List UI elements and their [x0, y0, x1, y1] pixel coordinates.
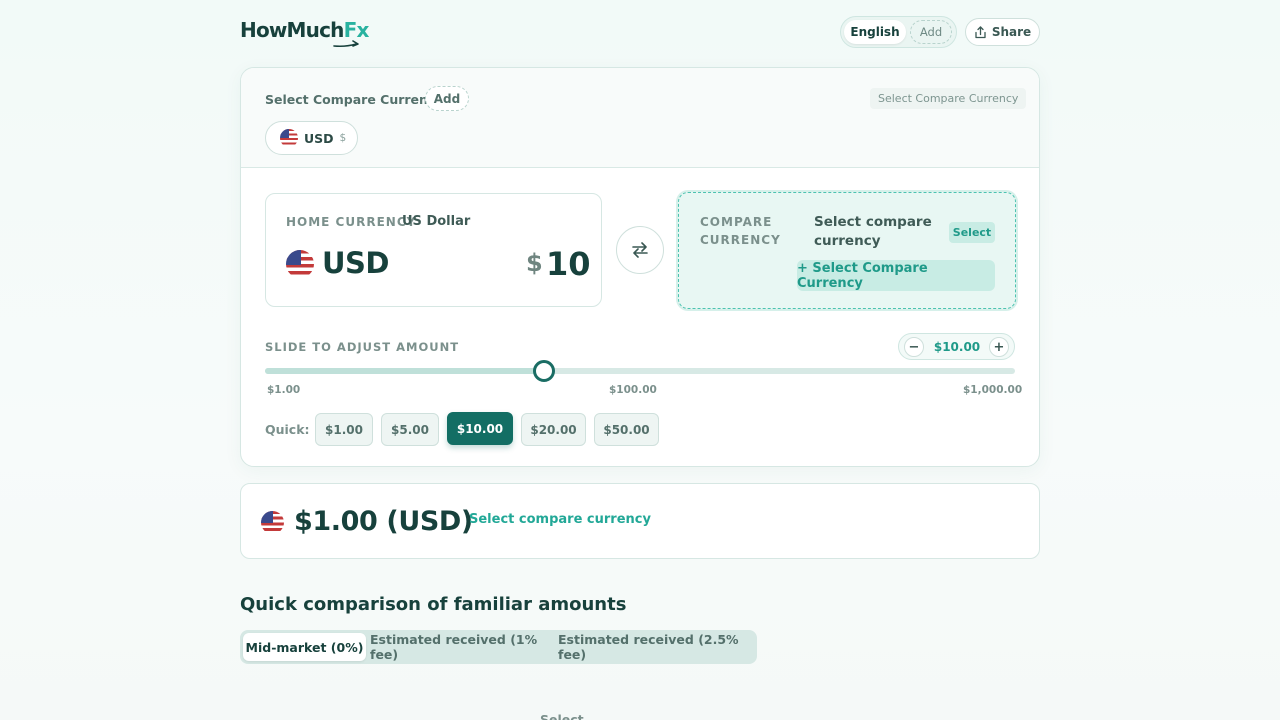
home-currency-name: US Dollar: [402, 214, 471, 229]
quick-label: Quick:: [265, 422, 310, 437]
language-english-button[interactable]: English: [844, 20, 906, 44]
currency-chip-usd[interactable]: USD $: [265, 121, 358, 155]
select-compare-currency-button[interactable]: + Select Compare Currency: [797, 260, 995, 291]
us-flag-icon: [280, 129, 298, 147]
quick-amount-20[interactable]: $20.00: [521, 413, 586, 446]
compare-select-label: Select Compare Currency: [265, 92, 444, 107]
header: HowMuchFx English Add Share: [240, 16, 1040, 48]
decrement-button[interactable]: −: [904, 337, 924, 357]
slider-tick-min: $1.00: [267, 384, 301, 396]
tab-mid-market[interactable]: Mid-market (0%): [243, 633, 366, 661]
fee-tabs: Mid-market (0%) Estimated received (1% f…: [240, 630, 757, 664]
slider-label: SLIDE TO ADJUST AMOUNT: [265, 340, 460, 354]
home-currency-code: USD: [322, 246, 390, 280]
comparison-title: Quick comparison of familiar amounts: [240, 594, 627, 615]
swap-icon: [632, 242, 648, 258]
conversion-result: $1.00 (USD) Select compare currency: [240, 483, 1040, 559]
converter-card: Select Compare Currency Add Select Compa…: [240, 67, 1040, 467]
quick-amount-1[interactable]: $1.00: [315, 413, 373, 446]
us-flag-icon: [261, 511, 284, 534]
chip-code: USD: [304, 130, 334, 146]
compare-currency-placeholder: Select compare currency: [814, 214, 932, 249]
compare-add-button[interactable]: Add: [425, 86, 469, 111]
share-button[interactable]: Share: [965, 18, 1040, 46]
compare-currency-panel[interactable]: COMPARE CURRENCY Select compare currency…: [678, 192, 1016, 309]
logo-main: HowMuch: [240, 18, 344, 42]
amount-slider-fill: [265, 368, 545, 374]
compare-currency-label: COMPARE CURRENCY: [700, 215, 781, 247]
increment-button[interactable]: +: [989, 337, 1009, 357]
below-fold-text: Select: [540, 712, 584, 720]
amount-slider-thumb[interactable]: [533, 360, 556, 382]
language-add-button[interactable]: Add: [910, 20, 952, 44]
home-currency-symbol: $: [526, 249, 543, 277]
home-currency-label: HOME CURRENCY: [286, 215, 417, 229]
amount-stepper: − $10.00 +: [898, 333, 1015, 360]
compare-select-badge[interactable]: Select: [949, 222, 995, 243]
quick-amount-10[interactable]: $10.00: [447, 412, 513, 445]
slider-tick-mid: $100.00: [609, 384, 657, 396]
home-currency-panel[interactable]: HOME CURRENCY US Dollar USD $ 10: [265, 193, 602, 307]
tab-fee-2-5[interactable]: Estimated received (2.5% fee): [558, 632, 750, 662]
tab-fee-1[interactable]: Estimated received (1% fee): [370, 632, 550, 662]
share-icon: [975, 25, 986, 38]
select-compare-currency-link[interactable]: Select compare currency: [469, 512, 651, 527]
share-label: Share: [991, 25, 1032, 39]
compare-select-tag: Select Compare Currency: [870, 88, 1027, 109]
quick-amount-5[interactable]: $5.00: [381, 413, 439, 446]
swap-button[interactable]: [616, 226, 664, 274]
us-flag-icon: [286, 250, 314, 278]
chip-symbol: $: [339, 132, 347, 144]
slider-tick-max: $1,000.00: [963, 384, 1023, 396]
compare-currency-selector: Select Compare Currency Add Select Compa…: [241, 68, 1039, 168]
language-switcher: English Add: [840, 16, 957, 48]
stepper-value: $10.00: [933, 339, 981, 354]
home-amount[interactable]: 10: [546, 245, 591, 283]
quick-amount-50[interactable]: $50.00: [594, 413, 659, 446]
result-amount: $1.00 (USD): [294, 506, 473, 537]
logo-swoosh-icon: [333, 40, 359, 48]
logo[interactable]: HowMuchFx: [240, 18, 369, 48]
amount-slider-track[interactable]: [265, 368, 1015, 374]
